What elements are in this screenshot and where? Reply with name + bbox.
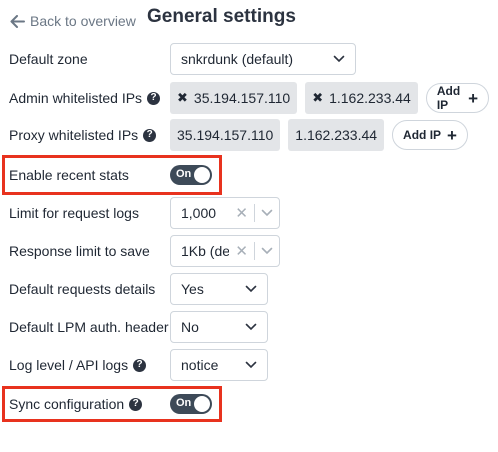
row-default-zone: Default zone snkrdunk (default) <box>9 42 489 76</box>
admin-ip-chip-value: 1.162.233.44 <box>329 90 411 106</box>
row-request-logs: Limit for request logs 1,000 ✕ <box>9 196 489 230</box>
proxy-ip-chip: 35.194.157.110 <box>170 119 281 151</box>
lpm-header-select[interactable]: No <box>170 311 268 343</box>
log-level-label-text: Log level / API logs <box>9 357 129 373</box>
proxy-ips-label-text: Proxy whitelisted IPs <box>9 127 139 143</box>
request-logs-label: Limit for request logs <box>9 205 139 221</box>
response-limit-value: 1Kb (de... <box>181 243 230 259</box>
plus-icon: + <box>447 125 457 145</box>
sync-config-control: On <box>170 394 212 414</box>
add-admin-ip-button[interactable]: Add IP + <box>425 83 489 113</box>
add-ip-label: Add IP <box>403 128 442 142</box>
row-requests-details: Default requests details Yes <box>9 272 489 306</box>
proxy-ips-label: Proxy whitelisted IPs ? <box>9 127 157 143</box>
toggle-knob <box>194 167 210 183</box>
toggle-on-text: On <box>176 168 192 180</box>
page-title: General settings <box>147 6 296 27</box>
chevron-down-icon <box>261 247 273 255</box>
chevron-down-icon <box>245 285 257 293</box>
add-ip-label: Add IP <box>436 84 461 112</box>
lpm-header-control: No <box>170 311 268 343</box>
sync-config-label-text: Sync configuration <box>9 396 125 412</box>
add-proxy-ip-button[interactable]: Add IP + <box>392 120 468 150</box>
sync-config-toggle[interactable]: On <box>170 394 212 414</box>
chevron-down-icon <box>261 209 273 217</box>
help-icon[interactable]: ? <box>133 358 147 372</box>
help-icon[interactable]: ? <box>129 397 143 411</box>
clear-icon[interactable]: ✕ <box>229 204 254 222</box>
requests-details-value: Yes <box>181 281 204 297</box>
default-zone-label: Default zone <box>9 51 88 67</box>
remove-icon[interactable]: ✖ <box>177 90 188 106</box>
header: Back to overview <box>10 8 136 34</box>
log-level-select[interactable]: notice <box>170 349 268 381</box>
proxy-ip-chip-value: 1.162.233.44 <box>295 127 378 143</box>
plus-icon: + <box>468 88 478 108</box>
clear-icon[interactable]: ✕ <box>229 242 254 260</box>
proxy-ip-chip: 1.162.233.44 <box>288 119 385 151</box>
recent-stats-label: Enable recent stats <box>9 167 129 183</box>
lpm-header-value: No <box>181 319 199 335</box>
default-zone-value: snkrdunk (default) <box>181 51 294 67</box>
row-recent-stats: Enable recent stats On <box>9 158 489 192</box>
admin-ips-control: ✖ 35.194.157.110 ✖ 1.162.233.44 Add IP + <box>170 82 489 114</box>
remove-icon[interactable]: ✖ <box>312 90 323 106</box>
admin-ips-label-text: Admin whitelisted IPs <box>9 90 143 106</box>
request-logs-select[interactable]: 1,000 ✕ <box>170 197 280 229</box>
recent-stats-control: On <box>170 165 212 185</box>
back-to-overview-link[interactable]: Back to overview <box>10 13 136 29</box>
row-lpm-header: Default LPM auth. header No <box>9 310 489 344</box>
response-limit-control: 1Kb (de... ✕ <box>170 235 280 267</box>
requests-details-label: Default requests details <box>9 281 156 297</box>
help-icon[interactable]: ? <box>147 91 161 105</box>
toggle-on-text: On <box>176 397 192 409</box>
request-logs-control: 1,000 ✕ <box>170 197 280 229</box>
request-logs-value: 1,000 <box>181 205 217 221</box>
arrow-left-icon <box>10 14 25 28</box>
row-sync-config: Sync configuration ? On <box>9 387 489 421</box>
default-zone-control: snkrdunk (default) <box>170 43 356 75</box>
row-admin-ips: Admin whitelisted IPs ? ✖ 35.194.157.110… <box>9 81 489 115</box>
log-level-label: Log level / API logs ? <box>9 357 147 373</box>
lpm-header-label: Default LPM auth. header <box>9 319 169 335</box>
admin-ips-label: Admin whitelisted IPs ? <box>9 90 161 106</box>
back-label: Back to overview <box>30 13 136 29</box>
log-level-control: notice <box>170 349 268 381</box>
row-response-limit: Response limit to save 1Kb (de... ✕ <box>9 234 489 268</box>
chevron-down-icon <box>333 55 345 63</box>
row-proxy-ips: Proxy whitelisted IPs ? 35.194.157.110 1… <box>9 118 489 152</box>
requests-details-control: Yes <box>170 273 268 305</box>
recent-stats-toggle[interactable]: On <box>170 165 212 185</box>
chevron-down-icon <box>245 323 257 331</box>
dropdown-toggle[interactable] <box>255 247 279 255</box>
row-log-level: Log level / API logs ? notice <box>9 348 489 382</box>
sync-config-label: Sync configuration ? <box>9 396 143 412</box>
toggle-knob <box>194 396 210 412</box>
admin-ip-chip: ✖ 35.194.157.110 <box>170 82 298 114</box>
log-level-value: notice <box>181 357 219 373</box>
default-zone-select[interactable]: snkrdunk (default) <box>170 43 356 75</box>
admin-ip-chip-value: 35.194.157.110 <box>193 90 291 106</box>
dropdown-toggle[interactable] <box>255 209 279 217</box>
response-limit-label: Response limit to save <box>9 243 150 259</box>
proxy-ips-control: 35.194.157.110 1.162.233.44 Add IP + <box>170 119 468 151</box>
admin-ip-chip: ✖ 1.162.233.44 <box>305 82 418 114</box>
chevron-down-icon <box>245 361 257 369</box>
response-limit-select[interactable]: 1Kb (de... ✕ <box>170 235 280 267</box>
requests-details-select[interactable]: Yes <box>170 273 268 305</box>
proxy-ip-chip-value: 35.194.157.110 <box>177 127 274 143</box>
help-icon[interactable]: ? <box>143 128 157 142</box>
